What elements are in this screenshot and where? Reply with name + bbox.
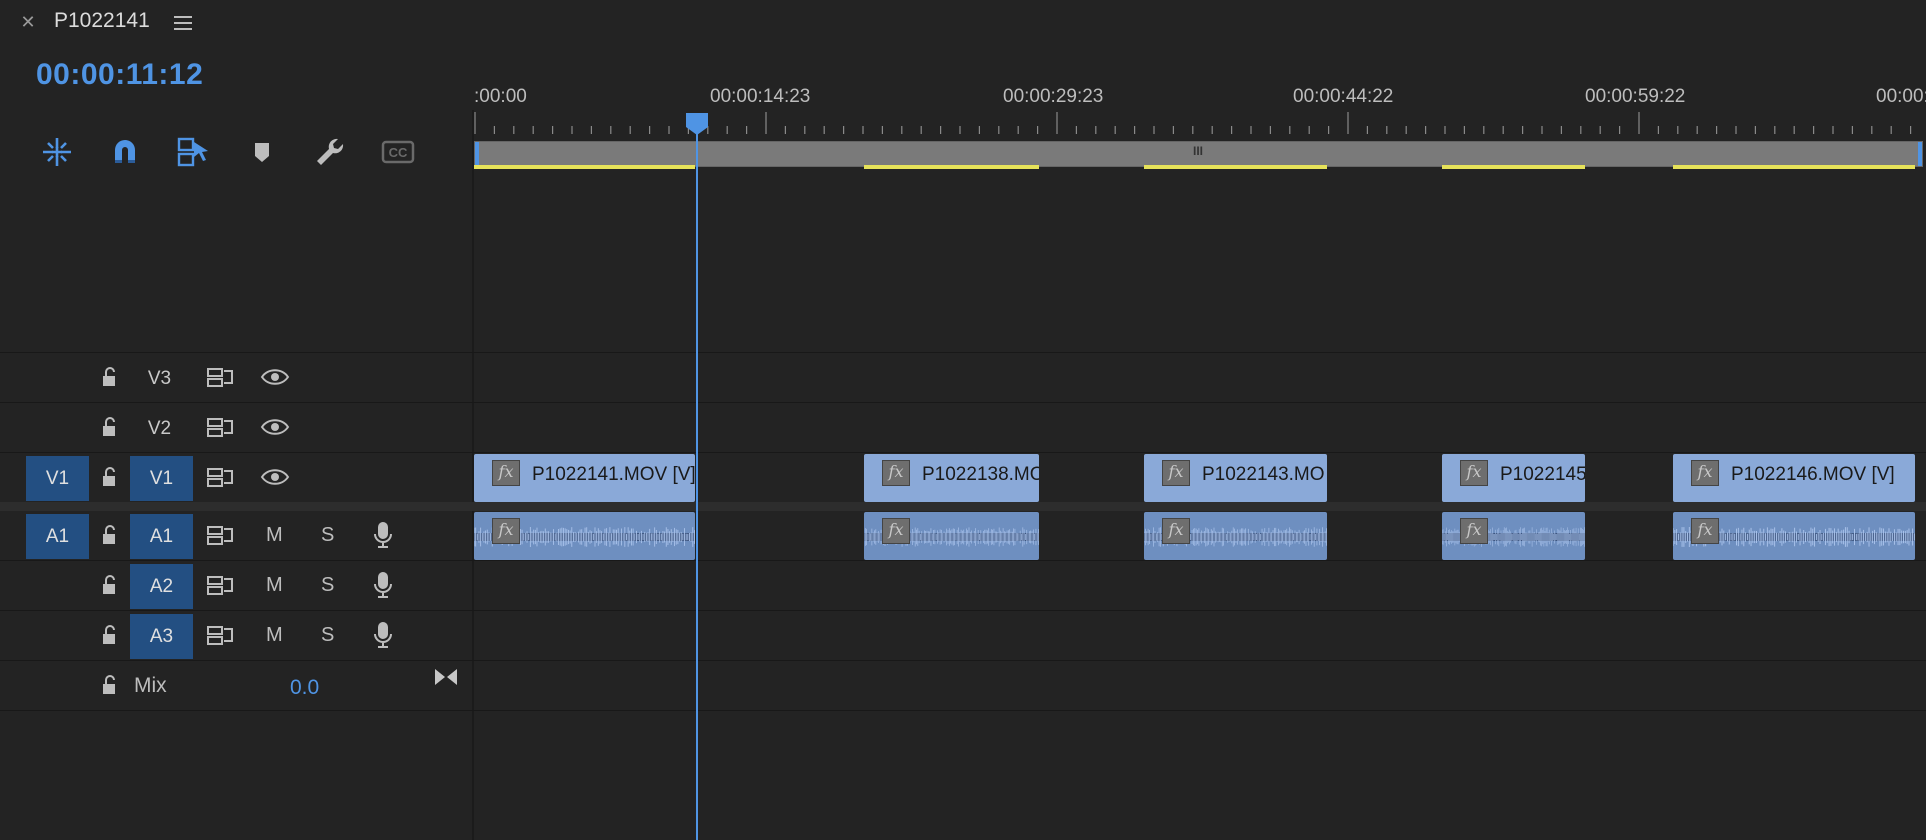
- voice-over-record-icon[interactable]: [372, 570, 394, 605]
- ruler-label: 00:00:14:23: [710, 86, 811, 107]
- captions-cc-icon[interactable]: CC: [379, 133, 417, 171]
- sync-lock-icon[interactable]: [206, 624, 234, 651]
- render-bar: [1144, 165, 1327, 169]
- sequence-tab-bar: ✕ P1022141: [0, 0, 1926, 46]
- meter-icon[interactable]: [433, 666, 459, 693]
- track-label-v2[interactable]: V2: [128, 406, 191, 451]
- lock-track-icon[interactable]: [98, 624, 120, 651]
- audio-clip[interactable]: fx: [1442, 512, 1585, 560]
- mute-button[interactable]: M: [266, 574, 283, 597]
- linked-selection-icon[interactable]: [174, 133, 212, 171]
- track-separator: [0, 352, 1926, 353]
- ruler-label: 00:00:29:23: [1003, 86, 1104, 107]
- fx-badge[interactable]: fx: [492, 518, 520, 544]
- voice-over-record-icon[interactable]: [372, 520, 394, 555]
- fx-badge[interactable]: fx: [882, 518, 910, 544]
- solo-button[interactable]: S: [321, 524, 334, 547]
- video-clip[interactable]: fx P1022145: [1442, 454, 1585, 502]
- fx-badge[interactable]: fx: [1691, 518, 1719, 544]
- ruler-label: :00:00: [474, 86, 527, 107]
- solo-button[interactable]: S: [321, 574, 334, 597]
- ruler-label: 00:00:44:22: [1293, 86, 1394, 107]
- render-bar: [1442, 165, 1585, 169]
- snap-magnet-icon[interactable]: [106, 133, 144, 171]
- fx-badge[interactable]: fx: [1162, 518, 1190, 544]
- track-separator: [0, 402, 1926, 403]
- lock-track-icon[interactable]: [98, 466, 120, 493]
- panel-menu-icon[interactable]: [172, 12, 194, 34]
- video-clip[interactable]: fx P1022146.MOV [V]: [1673, 454, 1915, 502]
- track-label-v3[interactable]: V3: [128, 356, 191, 401]
- fx-badge[interactable]: fx: [1162, 460, 1190, 486]
- video-clip[interactable]: fx P1022141.MOV [V]: [474, 454, 695, 502]
- nest-icon[interactable]: [38, 133, 76, 171]
- sync-lock-icon[interactable]: [206, 574, 234, 601]
- sync-lock-icon[interactable]: [206, 366, 234, 393]
- lock-track-icon[interactable]: [98, 524, 120, 551]
- video-clip[interactable]: fx P1022143.MO: [1144, 454, 1327, 502]
- playhead-timecode[interactable]: 00:00:11:12: [36, 58, 203, 92]
- voice-over-record-icon[interactable]: [372, 620, 394, 655]
- svg-text:CC: CC: [389, 145, 408, 160]
- source-patch-v1[interactable]: V1: [26, 456, 89, 501]
- render-bar: [1673, 165, 1915, 169]
- mute-button[interactable]: M: [266, 624, 283, 647]
- lock-track-icon[interactable]: [98, 416, 120, 443]
- ruler-label: 00:00:59:22: [1585, 86, 1686, 107]
- settings-wrench-icon[interactable]: [311, 133, 349, 171]
- zoom-right-handle[interactable]: [1918, 142, 1922, 166]
- lock-track-icon[interactable]: [98, 366, 120, 393]
- track-separator: [0, 610, 1926, 611]
- zoom-grip[interactable]: III: [1193, 144, 1203, 158]
- fx-badge[interactable]: fx: [1460, 460, 1488, 486]
- fx-badge[interactable]: fx: [1691, 460, 1719, 486]
- audio-clip[interactable]: fx: [474, 512, 695, 560]
- source-patch-a1[interactable]: A1: [26, 514, 89, 559]
- track-target-a3[interactable]: A3: [130, 614, 193, 659]
- track-target-v1[interactable]: V1: [130, 456, 193, 501]
- sync-lock-icon[interactable]: [206, 416, 234, 443]
- zoom-scroll-bar[interactable]: III: [474, 141, 1923, 167]
- zoom-left-handle[interactable]: [475, 142, 479, 166]
- fx-badge[interactable]: fx: [882, 460, 910, 486]
- track-target-a2[interactable]: A2: [130, 564, 193, 609]
- clip-name: P1022146.MOV [V]: [1731, 464, 1895, 485]
- render-bar: [864, 165, 1039, 169]
- sync-lock-icon[interactable]: [206, 524, 234, 551]
- clip-name: P1022141.MOV [V]: [532, 464, 695, 485]
- video-clip[interactable]: fx P1022138.MO: [864, 454, 1039, 502]
- mix-track-label: Mix: [134, 674, 167, 697]
- audio-clip[interactable]: fx: [1144, 512, 1327, 560]
- track-target-a1[interactable]: A1: [130, 514, 193, 559]
- lock-track-icon[interactable]: [98, 674, 120, 701]
- render-bar: [474, 165, 695, 169]
- track-separator: [0, 560, 1926, 561]
- add-marker-icon[interactable]: [243, 133, 281, 171]
- sequence-title[interactable]: P1022141: [54, 9, 150, 33]
- clip-name: P1022145: [1500, 464, 1585, 485]
- track-separator: [0, 452, 1926, 453]
- playhead-line[interactable]: [696, 128, 698, 840]
- toggle-output-eye-icon[interactable]: [260, 416, 290, 443]
- audio-clip[interactable]: fx: [1673, 512, 1915, 560]
- track-separator: [0, 660, 1926, 661]
- track-separator: [0, 710, 1926, 711]
- mute-button[interactable]: M: [266, 524, 283, 547]
- fx-badge[interactable]: fx: [492, 460, 520, 486]
- solo-button[interactable]: S: [321, 624, 334, 647]
- close-tab-button[interactable]: ✕: [18, 10, 38, 34]
- toggle-output-eye-icon[interactable]: [260, 466, 290, 493]
- av-divider[interactable]: [0, 502, 1926, 511]
- playhead-handle[interactable]: [685, 112, 709, 136]
- ruler-label: 00:00:1: [1876, 86, 1926, 107]
- mix-volume-value[interactable]: 0.0: [290, 676, 319, 700]
- toggle-output-eye-icon[interactable]: [260, 366, 290, 393]
- sync-lock-icon[interactable]: [206, 466, 234, 493]
- clip-name: P1022143.MO: [1202, 464, 1325, 485]
- lock-track-icon[interactable]: [98, 574, 120, 601]
- clip-name: P1022138.MO: [922, 464, 1039, 485]
- fx-badge[interactable]: fx: [1460, 518, 1488, 544]
- audio-clip[interactable]: fx: [864, 512, 1039, 560]
